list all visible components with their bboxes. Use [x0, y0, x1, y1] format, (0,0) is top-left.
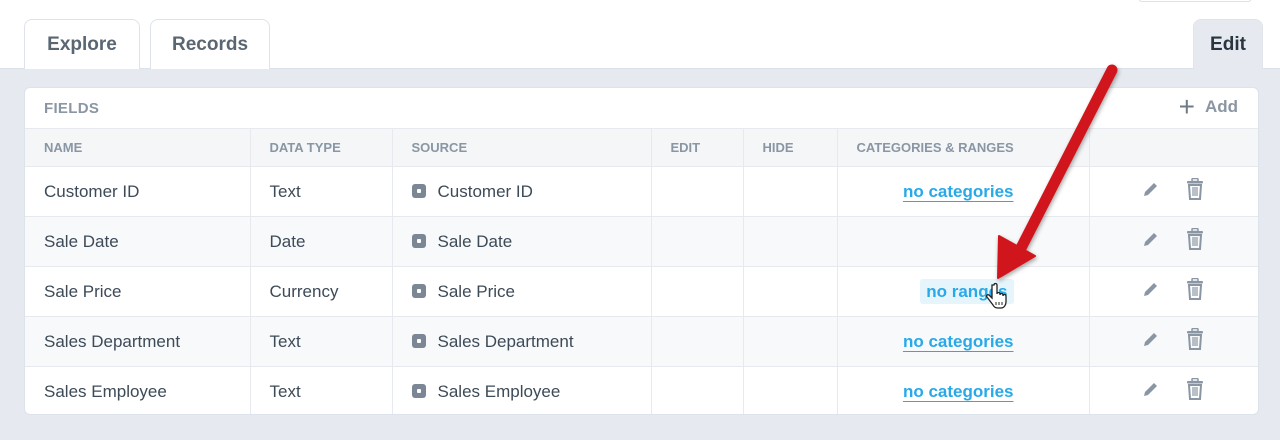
- red-arrow-annotation: [997, 64, 1118, 279]
- hand-cursor-icon: [985, 282, 1007, 309]
